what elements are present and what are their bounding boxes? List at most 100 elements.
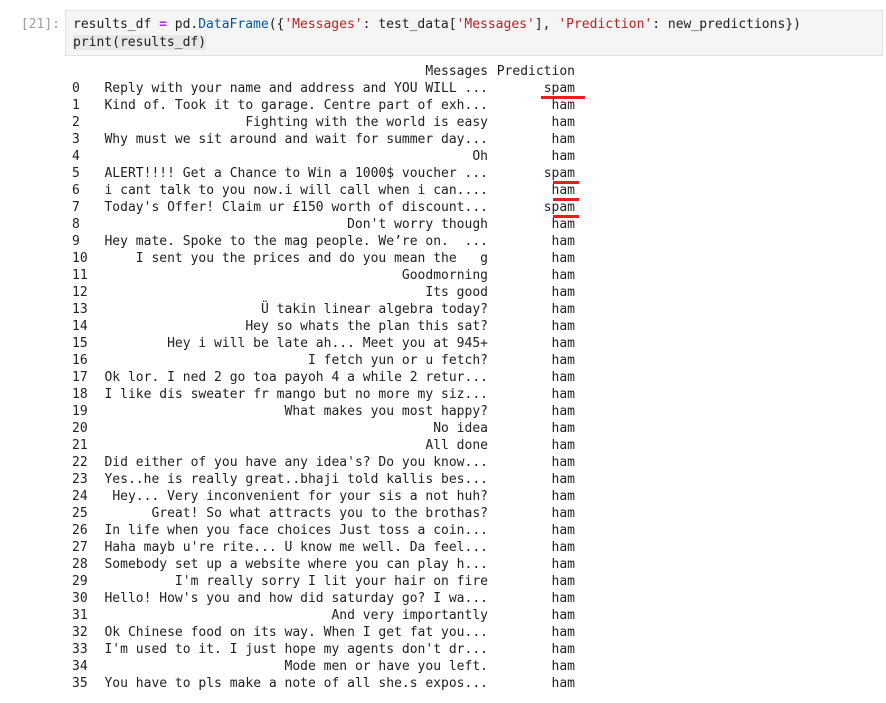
message-cell: Haha mayb u're rite... U know me well. D… [104, 540, 488, 555]
prediction-cell: ham [551, 251, 575, 266]
code-token: : new_predictions}) [652, 17, 801, 32]
prediction-cell: ham [551, 115, 575, 130]
prediction-cell: ham [551, 438, 575, 453]
prediction-cell: ham [551, 217, 575, 232]
prediction-cell: ham [551, 336, 575, 351]
prediction-cell: ham [551, 268, 575, 283]
message-cell: Hey... Very inconvenient for your sis a … [112, 489, 488, 504]
message-cell: I like dis sweater fr mango but no more … [104, 387, 488, 402]
code-token: = [159, 17, 167, 32]
message-cell: i cant talk to you now.i will call when … [104, 183, 488, 198]
table-row: 31 And very importantly ham [72, 608, 592, 625]
table-row: 19 What makes you most happy? ham [72, 404, 592, 421]
message-cell: Hello! How's you and how did saturday go… [104, 591, 488, 606]
message-cell: Its good [425, 285, 488, 300]
prediction-cell: ham [551, 506, 575, 521]
table-row: 34 Mode men or have you left. ham [72, 659, 592, 676]
prediction-cell: ham [551, 455, 575, 470]
table-row: 26 In life when you face choices Just tos… [72, 523, 592, 540]
message-cell: You have to pls make a note of all she.s… [104, 676, 488, 691]
message-cell: All done [425, 438, 488, 453]
table-row: 22 Did either of you have any idea's? Do … [72, 455, 592, 472]
message-cell: Fighting with the world is easy [245, 115, 488, 130]
table-row: 25 Great! So what attracts you to the bro… [72, 506, 592, 523]
message-cell: Ok lor. I ned 2 go toa payoh 4 a while 2… [104, 370, 488, 385]
table-row: 29 I'm really sorry I lit your hair on fi… [72, 574, 592, 591]
code-token: 'Messages' [284, 17, 363, 32]
message-cell: Mode men or have you left. [284, 659, 489, 674]
message-cell: I'm really sorry I lit your hair on fire [174, 574, 488, 589]
table-row: 33 I'm used to it. I just hope my agents … [72, 642, 592, 659]
table-row: 3 Why must we sit around and wait for sum… [72, 132, 592, 149]
table-row: 27 Haha mayb u're rite... U know me well.… [72, 540, 592, 557]
prediction-cell: ham [551, 404, 575, 419]
table-row: 16 I fetch yun or u fetch? ham [72, 353, 592, 370]
prediction-cell: ham [551, 132, 575, 147]
code-token: ({ [268, 17, 285, 32]
table-row: 1 Kind of. Took it to garage. Centre part… [72, 98, 592, 115]
message-cell: In life when you face choices Just toss … [104, 523, 488, 538]
code-token: : test_data[ [362, 17, 457, 32]
message-cell: Hey i will be late ah... Meet you at 945… [167, 336, 488, 351]
message-cell: Yes..he is really great..bhaji told kall… [104, 472, 488, 487]
message-cell: Hey mate. Spoke to the mag people. We’re… [104, 234, 488, 249]
message-cell: Kind of. Took it to garage. Centre part … [104, 98, 488, 113]
code-token: print(results_df) [73, 35, 207, 50]
prediction-cell: ham [551, 149, 575, 164]
column-header-messages: Messages [425, 64, 488, 79]
prediction-cell: ham [551, 540, 575, 555]
prediction-cell: ham [551, 642, 575, 657]
message-cell: Somebody set up a website where you can … [104, 557, 488, 572]
prediction-cell: ham [551, 302, 575, 317]
message-cell: Reply with your name and address and YOU… [104, 81, 488, 96]
message-cell: Great! So what attracts you to the broth… [151, 506, 488, 521]
table-row: 21 All done ham [72, 438, 592, 455]
table-row: 17 Ok lor. I ned 2 go toa payoh 4 a while… [72, 370, 592, 387]
table-row: 18 I like dis sweater fr mango but no mor… [72, 387, 592, 404]
prediction-cell: ham [551, 234, 575, 249]
prediction-cell: ham [551, 183, 575, 198]
table-row: 24 Hey... Very inconvenient for your sis … [72, 489, 592, 506]
message-cell: Don't worry though [347, 217, 488, 232]
table-row: 0 Reply with your name and address and YO… [72, 81, 592, 99]
prediction-cell: ham [551, 319, 575, 334]
table-row: 7 Today's Offer! Claim ur £150 worth of d… [72, 200, 592, 218]
table-row: 20 No idea ham [72, 421, 592, 438]
message-cell: Ü takin linear algebra today? [261, 302, 488, 317]
message-cell: Oh [472, 149, 488, 164]
code-editor[interactable]: results_df = pd.DataFrame({'Messages': t… [65, 10, 883, 56]
table-row: 12 Its good ham [72, 285, 592, 302]
prediction-cell: spam [543, 166, 575, 181]
table-row: 6i cant talk to you now.i will call when… [72, 183, 592, 201]
table-row: 30 Hello! How's you and how did saturday … [72, 591, 592, 608]
code-token: DataFrame [198, 17, 269, 32]
table-row: 4 Oh ham [72, 149, 592, 166]
table-row: 23 Yes..he is really great..bhaji told ka… [72, 472, 592, 489]
code-token: ], [534, 17, 559, 32]
column-header-prediction: Prediction [496, 64, 575, 79]
table-header: Messages Prediction [72, 64, 592, 81]
prediction-cell: ham [551, 285, 575, 300]
prediction-cell: ham [551, 370, 575, 385]
table-row: 9 Hey mate. Spoke to the mag people. We’r… [72, 234, 592, 251]
prediction-cell: ham [551, 387, 575, 402]
table-row: 15 Hey i will be late ah... Meet you at 9… [72, 336, 592, 353]
prediction-cell: ham [551, 523, 575, 538]
prediction-cell: ham [551, 557, 575, 572]
prediction-cell: ham [551, 574, 575, 589]
code-token: pd. [166, 17, 199, 32]
table-row: 28 Somebody set up a website where you ca… [72, 557, 592, 574]
message-cell: I fetch yun or u fetch? [307, 353, 488, 368]
message-cell: What makes you most happy? [284, 404, 489, 419]
prediction-cell: ham [551, 625, 575, 640]
prediction-cell: ham [551, 421, 575, 436]
prediction-cell: ham [551, 659, 575, 674]
cell-prompt: [21]: [20, 17, 60, 32]
table-row: 10 I sent you the prices and do you mean … [72, 251, 592, 268]
message-cell: Why must we sit around and wait for summ… [104, 132, 488, 147]
table-row: 32 Ok Chinese food on its way. When I get… [72, 625, 592, 642]
cell-output: Messages Prediction 0 Reply with your nam… [72, 64, 592, 693]
code-line-1: results_df = pd.DataFrame({'Messages': t… [73, 17, 801, 32]
table-row: 13 Ü takin linear algebra today? ham [72, 302, 592, 319]
code-token: results_df [73, 17, 160, 32]
